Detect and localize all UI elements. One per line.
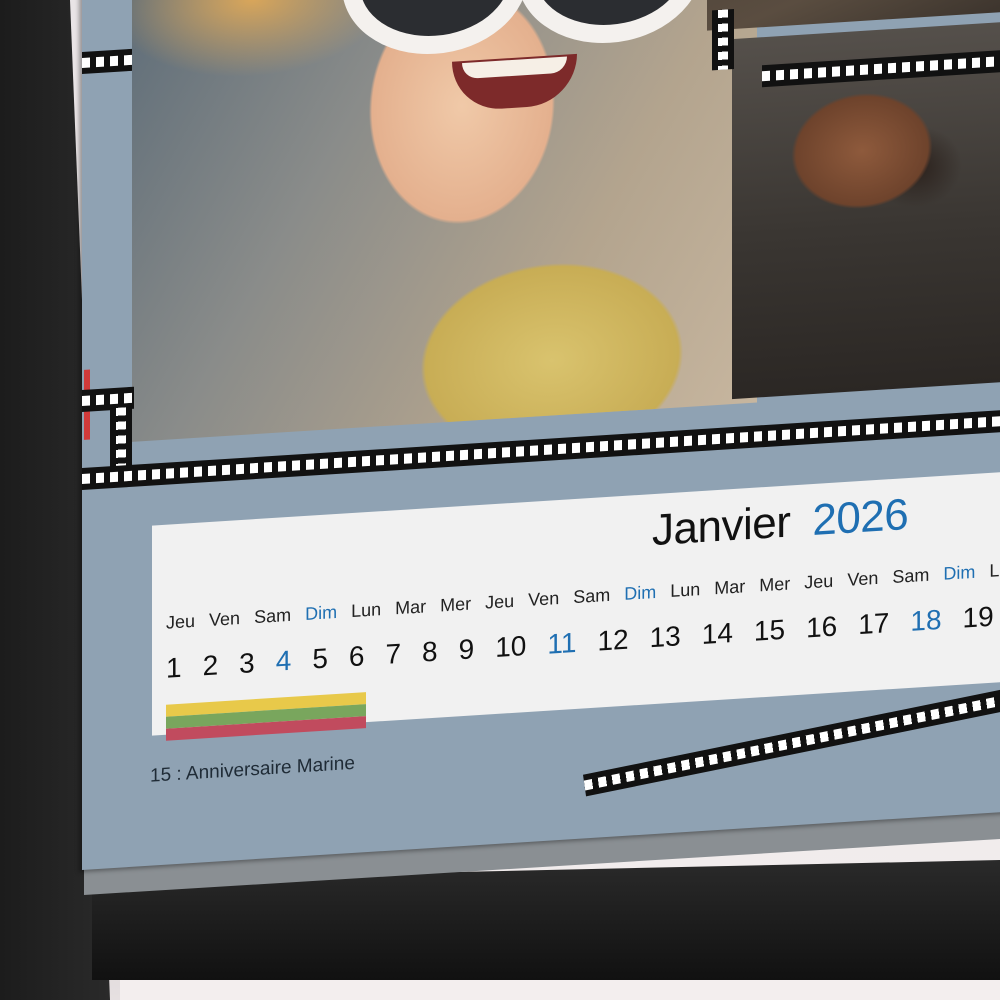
filmstrip-vertical — [110, 406, 132, 469]
weekday-label: Sam — [254, 604, 292, 628]
day-number: 14 — [701, 617, 733, 651]
weekday-label: Lun — [351, 599, 382, 622]
day-number: 5 — [312, 642, 328, 675]
weekday-label: Lun — [989, 559, 1000, 581]
day-number: 9 — [458, 633, 475, 666]
day-number: 10 — [495, 630, 527, 664]
weekday-label: Mer — [759, 573, 791, 596]
day-number: 13 — [649, 620, 681, 654]
weekday-label: Jeu — [166, 610, 196, 633]
weekday-label: Sam — [573, 584, 611, 608]
weekday-label: Jeu — [485, 590, 515, 613]
weekday-label: Ven — [528, 587, 560, 610]
weekday-label: Dim — [943, 561, 976, 584]
day-number: 2 — [202, 649, 219, 682]
weekday-label: Mar — [395, 596, 427, 619]
year: 2026 — [812, 490, 909, 546]
calendar-page: Janvier 2026 Jeu Ven Sam Dim Lun Mar Mer Jeu Ven S… — [82, 0, 1000, 870]
weekday-label: Ven — [209, 608, 241, 631]
day-number: 19 — [962, 600, 994, 634]
day-number: 15 — [753, 613, 786, 647]
day-number: 12 — [597, 623, 629, 657]
weekday-label: Sam — [892, 564, 930, 588]
sunglasses-lens-right — [517, 0, 703, 49]
scene: Janvier 2026 Jeu Ven Sam Dim Lun Mar Mer Jeu Ven S… — [0, 0, 1000, 1000]
event-note: 15 : Anniversaire Marine — [150, 752, 355, 787]
weekday-label: Jeu — [804, 570, 834, 593]
day-number: 17 — [858, 607, 890, 641]
filmstrip-left-top — [82, 48, 132, 74]
weekday-label: Mar — [714, 576, 746, 599]
month-title: Janvier 2026 — [652, 490, 908, 556]
day-number: 11 — [547, 626, 577, 660]
day-number: 7 — [385, 637, 402, 670]
weekday-label: Lun — [670, 579, 701, 601]
day-number: 18 — [910, 603, 942, 637]
day-number: 6 — [348, 640, 365, 673]
photo-girl-sunglasses — [132, 0, 757, 442]
color-legend — [166, 692, 366, 741]
weekday-label: Dim — [624, 581, 657, 604]
weekday-label: Mer — [440, 593, 472, 616]
day-number: 3 — [239, 647, 255, 680]
weekday-label: Dim — [305, 601, 338, 624]
filmstrip-right-vertical — [712, 8, 734, 71]
month-name: Janvier — [652, 497, 791, 556]
day-number: 8 — [422, 635, 438, 668]
sunglasses-lens-left — [342, 0, 528, 60]
weekday-label: Ven — [847, 567, 879, 590]
day-number: 16 — [806, 610, 838, 644]
day-number: 1 — [166, 651, 182, 684]
calendar-grid: Janvier 2026 Jeu Ven Sam Dim Lun Mar Mer Jeu Ven S… — [152, 468, 1000, 741]
day-number: 4 — [275, 644, 292, 677]
